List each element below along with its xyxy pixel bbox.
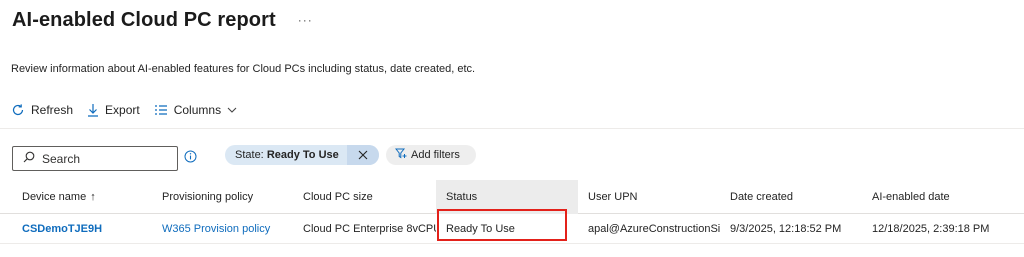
page-header: AI-enabled Cloud PC report ··· [12,6,313,34]
download-icon [87,103,99,117]
toolbar-divider [0,128,1024,129]
refresh-label: Refresh [31,103,74,117]
state-filter-value: Ready To Use [266,149,339,161]
column-header-label: Device name [22,190,87,203]
cloud-pc-size-cell: Cloud PC Enterprise 8vCPU/32GB/512GB [303,222,436,235]
state-filter-key: State: [235,149,264,161]
page-title: AI-enabled Cloud PC report [12,8,276,31]
state-filter-text: State: Ready To Use [225,149,347,161]
export-label: Export [105,103,140,117]
add-filters-label: Add filters [411,149,460,161]
search-placeholder: Search [42,151,81,166]
report-table: Device name ↑ Provisioning policy Cloud P… [0,179,1024,244]
page-description: Review information about AI-enabled feat… [11,63,476,75]
table-header: Device name ↑ Provisioning policy Cloud P… [0,179,1024,214]
columns-label: Columns [173,103,222,117]
column-header-device-name[interactable]: Device name ↑ [0,180,152,214]
remove-filter-button[interactable] [347,145,379,165]
provisioning-policy-link[interactable]: W365 Provision policy [152,223,293,235]
refresh-button[interactable]: Refresh [11,103,73,117]
chevron-down-icon [227,107,237,113]
column-header-status[interactable]: Status [436,179,578,214]
column-header-cloud-pc-size[interactable]: Cloud PC size [293,180,436,214]
refresh-icon [11,103,25,117]
status-cell: Ready To Use [446,222,515,235]
command-bar: Refresh Export Columns [11,100,237,120]
info-icon[interactable] [184,150,197,168]
device-name-link[interactable]: CSDemoTJE9H [0,223,152,235]
columns-button[interactable]: Columns [154,103,237,117]
more-options-icon[interactable]: ··· [298,13,313,27]
table-row[interactable]: CSDemoTJE9H W365 Provision policy Cloud … [0,214,1024,244]
state-filter-chip[interactable]: State: Ready To Use [225,145,379,165]
date-created-cell: 9/3/2025, 12:18:52 PM [730,222,842,235]
search-icon [23,150,35,168]
sort-ascending-icon: ↑ [90,190,96,203]
add-filter-icon [394,148,407,162]
add-filters-button[interactable]: Add filters [386,145,476,165]
ai-enabled-date-cell: 12/18/2025, 2:39:18 PM [872,222,990,235]
columns-icon [154,104,168,116]
column-header-date-created[interactable]: Date created [720,180,862,214]
column-header-user-upn[interactable]: User UPN [578,180,720,214]
close-icon [358,150,368,160]
export-button[interactable]: Export [87,103,140,117]
column-header-provisioning-policy[interactable]: Provisioning policy [152,180,293,214]
user-upn-cell: apal@AzureConstructionSite.onmicrosoft.c… [588,222,720,235]
search-input[interactable]: Search [12,146,178,171]
column-header-ai-enabled-date[interactable]: AI-enabled date [862,180,1024,214]
